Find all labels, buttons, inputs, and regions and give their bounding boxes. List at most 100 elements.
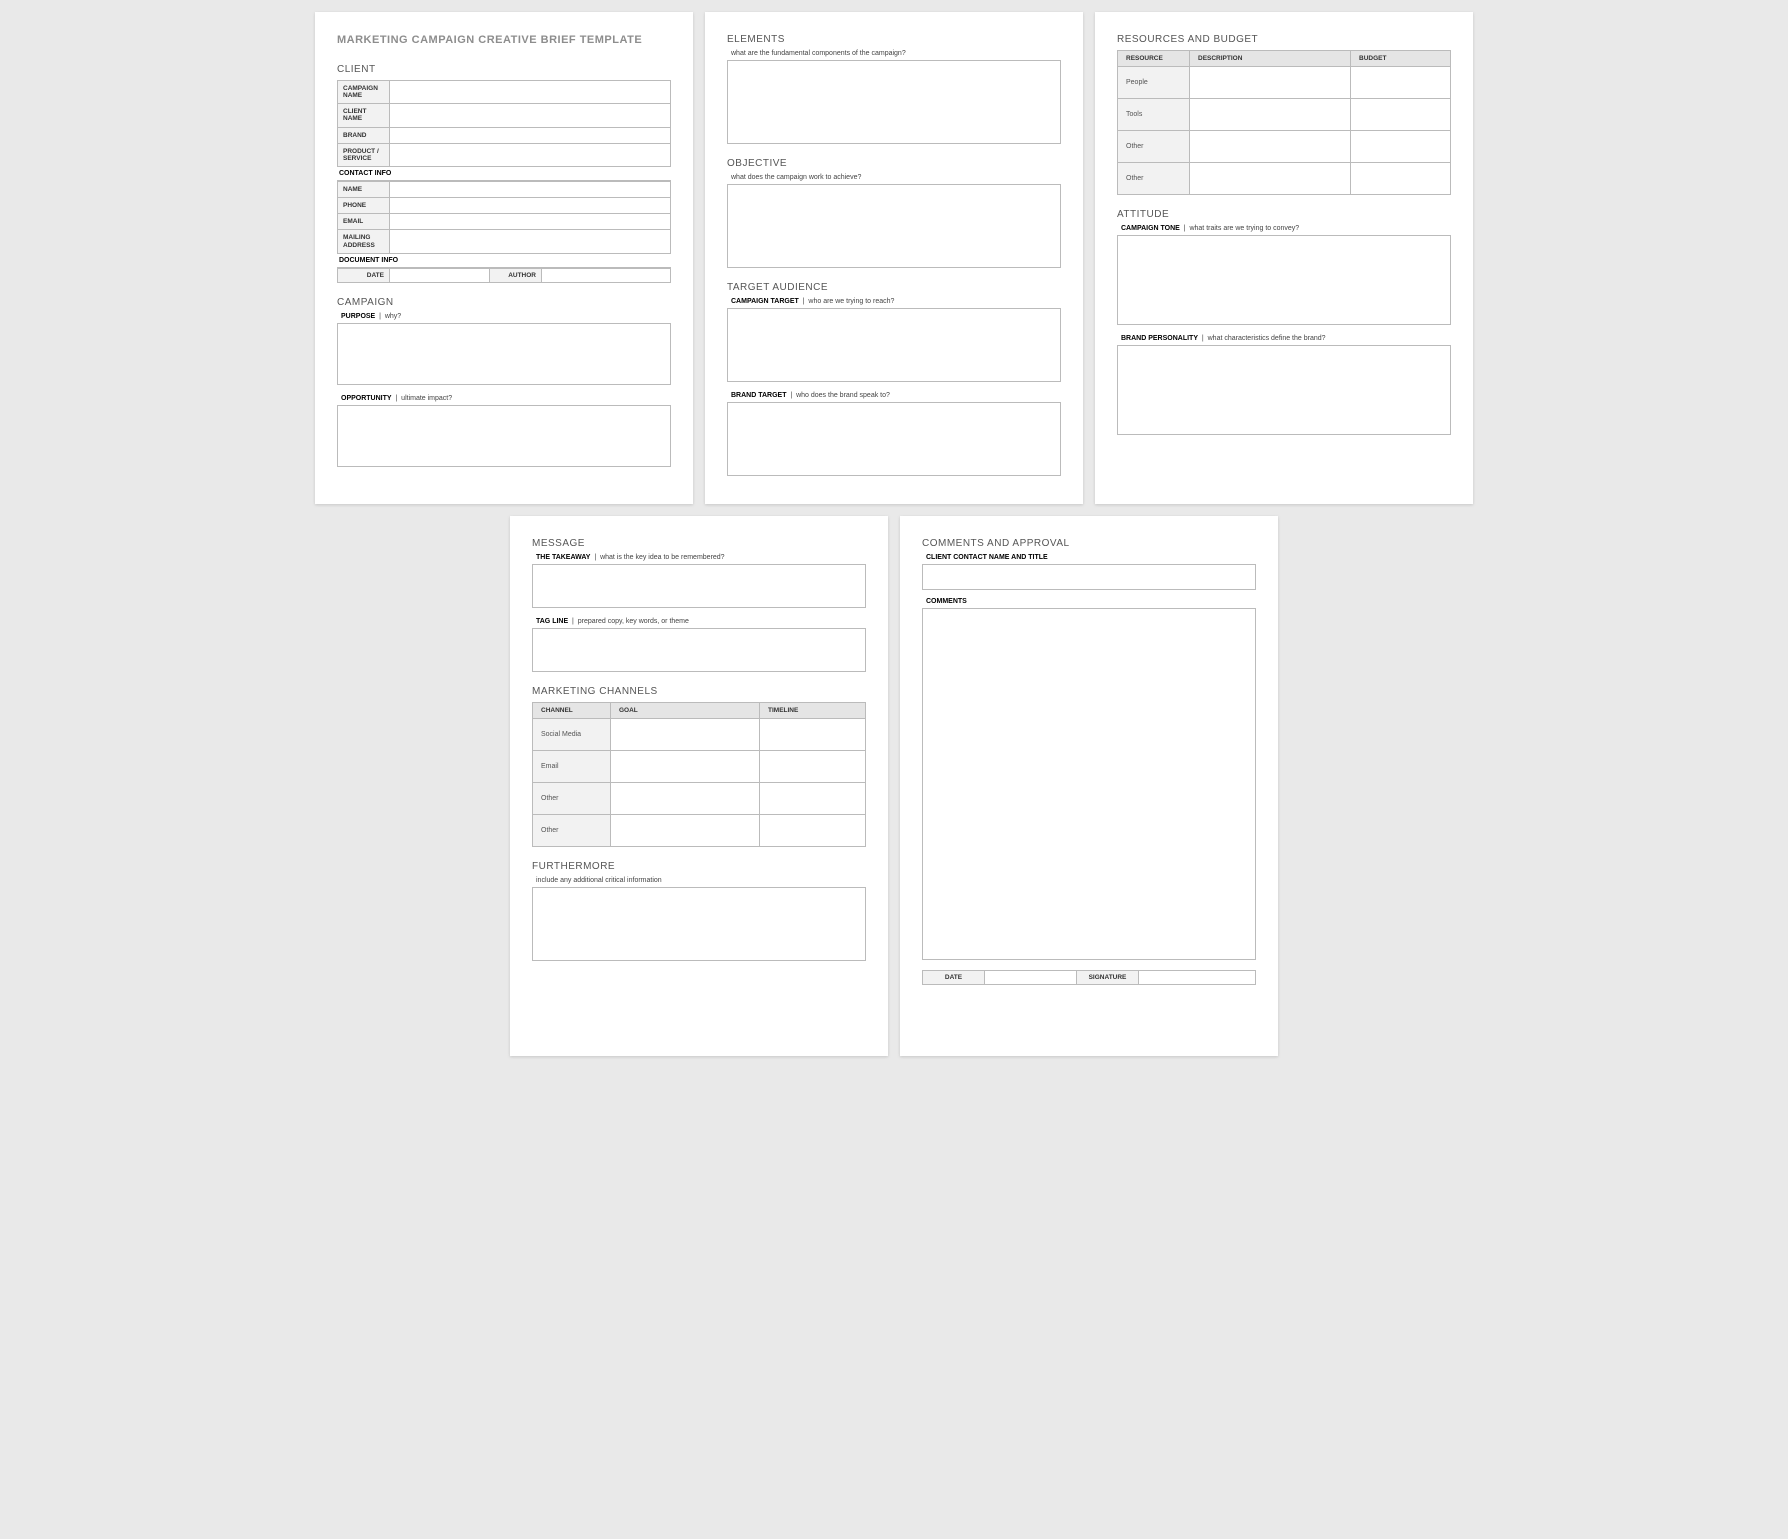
input-author[interactable] <box>542 268 671 282</box>
textarea-personality[interactable] <box>1117 345 1451 435</box>
res-row-1: Tools <box>1118 99 1190 131</box>
input-email[interactable] <box>390 214 671 230</box>
section-elements: ELEMENTS <box>727 34 1061 45</box>
label-campaign-name: CAMPAIGN NAME <box>338 81 390 104</box>
signature-table: DATE SIGNATURE <box>922 970 1256 985</box>
label-signature: SIGNATURE <box>1077 971 1139 985</box>
page-5: COMMENTS AND APPROVAL CLIENT CONTACT NAM… <box>900 516 1278 1056</box>
input-phone[interactable] <box>390 198 671 214</box>
prompt-campaign-target: CAMPAIGN TARGET | who are we trying to r… <box>731 298 1061 305</box>
res-budget-1[interactable] <box>1351 99 1451 131</box>
textarea-tagline[interactable] <box>532 628 866 672</box>
textarea-purpose[interactable] <box>337 323 671 385</box>
res-desc-2[interactable] <box>1190 131 1351 163</box>
th-budget: BUDGET <box>1351 51 1451 67</box>
contact-table: NAME PHONE EMAIL MAILING ADDRESS <box>337 181 671 254</box>
textarea-campaign-target[interactable] <box>727 308 1061 382</box>
ch-goal-0[interactable] <box>611 719 760 751</box>
section-attitude: ATTITUDE <box>1117 209 1451 220</box>
res-budget-2[interactable] <box>1351 131 1451 163</box>
prompt-comments: COMMENTS <box>926 598 1256 605</box>
input-date[interactable] <box>390 268 490 282</box>
input-product[interactable] <box>390 143 671 166</box>
res-budget-0[interactable] <box>1351 67 1451 99</box>
ch-tl-2[interactable] <box>760 783 866 815</box>
label-product: PRODUCT / SERVICE <box>338 143 390 166</box>
input-signature[interactable] <box>1139 971 1256 985</box>
section-channels: MARKETING CHANNELS <box>532 686 866 697</box>
ch-row-3: Other <box>533 815 611 847</box>
ch-tl-1[interactable] <box>760 751 866 783</box>
res-budget-3[interactable] <box>1351 163 1451 195</box>
label-name: NAME <box>338 181 390 197</box>
ch-tl-0[interactable] <box>760 719 866 751</box>
input-sig-date[interactable] <box>985 971 1077 985</box>
label-author: AUTHOR <box>490 268 542 282</box>
page-3: RESOURCES AND BUDGET RESOURCE DESCRIPTIO… <box>1095 12 1473 504</box>
client-table: CAMPAIGN NAME CLIENT NAME BRAND PRODUCT … <box>337 80 671 167</box>
section-objective: OBJECTIVE <box>727 158 1061 169</box>
input-client-name[interactable] <box>390 104 671 127</box>
res-desc-1[interactable] <box>1190 99 1351 131</box>
textarea-brand-target[interactable] <box>727 402 1061 476</box>
res-desc-3[interactable] <box>1190 163 1351 195</box>
prompt-purpose: PURPOSE | why? <box>341 313 671 320</box>
prompt-takeaway: THE TAKEAWAY | what is the key idea to b… <box>536 554 866 561</box>
ch-row-0: Social Media <box>533 719 611 751</box>
docinfo-table: DATE AUTHOR <box>337 268 671 283</box>
page-2: ELEMENTS what are the fundamental compon… <box>705 12 1083 504</box>
ch-goal-2[interactable] <box>611 783 760 815</box>
prompt-opportunity: OPPORTUNITY | ultimate impact? <box>341 395 671 402</box>
input-name[interactable] <box>390 181 671 197</box>
ch-row-2: Other <box>533 783 611 815</box>
channels-table: CHANNEL GOAL TIMELINE Social Media Email… <box>532 702 866 847</box>
resources-table: RESOURCE DESCRIPTION BUDGET People Tools… <box>1117 50 1451 195</box>
prompt-brand-target: BRAND TARGET | who does the brand speak … <box>731 392 1061 399</box>
page-4: MESSAGE THE TAKEAWAY | what is the key i… <box>510 516 888 1056</box>
textarea-furthermore[interactable] <box>532 887 866 961</box>
prompt-elements: what are the fundamental components of t… <box>731 50 1061 57</box>
label-sig-date: DATE <box>923 971 985 985</box>
prompt-tagline: TAG LINE | prepared copy, key words, or … <box>536 618 866 625</box>
textarea-objective[interactable] <box>727 184 1061 268</box>
sub-contact-info: CONTACT INFO <box>337 167 671 181</box>
prompt-client-contact: CLIENT CONTACT NAME AND TITLE <box>926 554 1256 561</box>
prompt-tone: CAMPAIGN TONE | what traits are we tryin… <box>1121 225 1451 232</box>
ch-goal-1[interactable] <box>611 751 760 783</box>
prompt-personality: BRAND PERSONALITY | what characteristics… <box>1121 335 1451 342</box>
section-message: MESSAGE <box>532 538 866 549</box>
input-brand[interactable] <box>390 127 671 143</box>
input-campaign-name[interactable] <box>390 81 671 104</box>
res-desc-0[interactable] <box>1190 67 1351 99</box>
textarea-tone[interactable] <box>1117 235 1451 325</box>
sub-document-info: DOCUMENT INFO <box>337 254 671 268</box>
textarea-takeaway[interactable] <box>532 564 866 608</box>
textarea-comments[interactable] <box>922 608 1256 960</box>
section-campaign: CAMPAIGN <box>337 297 671 308</box>
label-date: DATE <box>338 268 390 282</box>
section-resources: RESOURCES AND BUDGET <box>1117 34 1451 45</box>
th-timeline: TIMELINE <box>760 703 866 719</box>
label-mailing: MAILING ADDRESS <box>338 230 390 253</box>
label-brand: BRAND <box>338 127 390 143</box>
prompt-furthermore: include any additional critical informat… <box>536 877 866 884</box>
section-client: CLIENT <box>337 64 671 75</box>
ch-row-1: Email <box>533 751 611 783</box>
input-client-contact[interactable] <box>922 564 1256 590</box>
ch-goal-3[interactable] <box>611 815 760 847</box>
th-goal: GOAL <box>611 703 760 719</box>
label-client-name: CLIENT NAME <box>338 104 390 127</box>
prompt-objective: what does the campaign work to achieve? <box>731 174 1061 181</box>
label-phone: PHONE <box>338 198 390 214</box>
ch-tl-3[interactable] <box>760 815 866 847</box>
th-resource: RESOURCE <box>1118 51 1190 67</box>
res-row-0: People <box>1118 67 1190 99</box>
page-1: MARKETING CAMPAIGN CREATIVE BRIEF TEMPLA… <box>315 12 693 504</box>
textarea-opportunity[interactable] <box>337 405 671 467</box>
th-channel: CHANNEL <box>533 703 611 719</box>
input-mailing[interactable] <box>390 230 671 253</box>
section-comments: COMMENTS AND APPROVAL <box>922 538 1256 549</box>
res-row-2: Other <box>1118 131 1190 163</box>
textarea-elements[interactable] <box>727 60 1061 144</box>
document-title: MARKETING CAMPAIGN CREATIVE BRIEF TEMPLA… <box>337 34 671 46</box>
